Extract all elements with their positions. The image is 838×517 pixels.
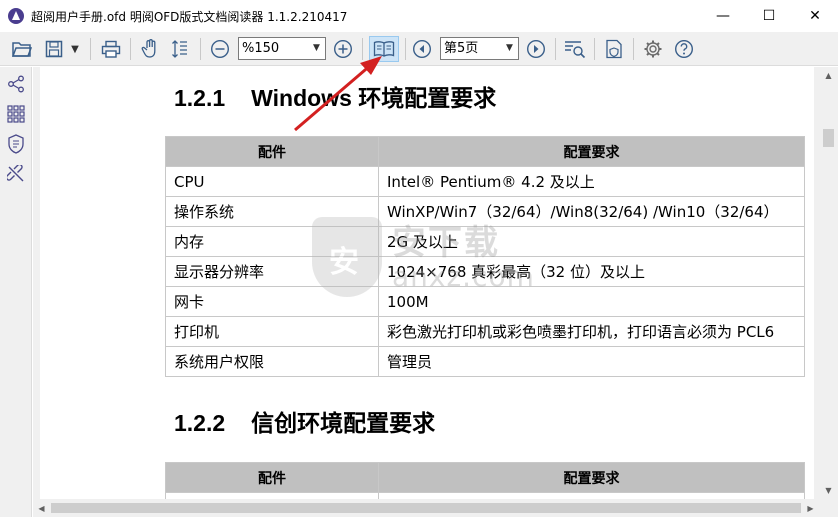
open-folder-icon[interactable] [9, 36, 35, 62]
table-header-cell: 配置要求 [378, 462, 805, 493]
zoom-select[interactable]: %150 ▼ [238, 37, 326, 60]
table-cell: CPU [165, 166, 379, 197]
section-title: 信创环境配置要求 [251, 410, 436, 436]
table-cell: 打印机 [165, 316, 379, 347]
requirements-table: 配件 配置要求 CPU Intel® Pentium® 4.2 及以上 操作系统… [165, 136, 805, 377]
save-icon[interactable] [41, 36, 67, 62]
toolbar-separator [130, 38, 131, 60]
table-row: 显示器分辨率 1024×768 真彩最高（32 位）及以上 [165, 256, 805, 287]
toolbar: ▼ %150 ▼ 第5页 ▼ [0, 32, 838, 66]
next-page-icon[interactable] [523, 36, 549, 62]
scroll-right-icon[interactable]: ▶ [802, 499, 819, 517]
share-icon[interactable] [5, 73, 27, 95]
title-bar: 超阅用户手册.ofd 明阅OFD版式文档阅读器 1.1.2.210417 — ☐… [0, 0, 838, 32]
table-row: CPU Intel® Pentium® 4.2 及以上 [165, 166, 805, 197]
section-heading: 1.2.2 信创环境配置要求 [174, 404, 435, 438]
save-dropdown-icon[interactable]: ▼ [66, 36, 84, 62]
table-row: 打印机 彩色激光打印机或彩色喷墨打印机，打印语言必须为 PCL6 [165, 316, 805, 347]
table-cell: 显示器分辨率 [165, 256, 379, 287]
scroll-left-icon[interactable]: ◀ [33, 499, 50, 517]
table-row: 系统用户权限 管理员 [165, 346, 805, 377]
app-logo-icon [8, 8, 24, 24]
horizontal-scrollbar[interactable]: ◀ ▶ [33, 499, 819, 517]
table-row: 操作系统 WinXP/Win7（32/64）/Win8(32/64) /Win1… [165, 196, 805, 227]
scroll-down-icon[interactable]: ▼ [819, 482, 838, 499]
table-header-row: 配件 配置要求 [165, 136, 805, 167]
left-sidebar [0, 67, 32, 517]
help-icon[interactable] [671, 36, 697, 62]
toolbar-separator [594, 38, 595, 60]
table-cell: WinXP/Win7（32/64）/Win8(32/64) /Win10（32/… [378, 196, 805, 227]
toolbar-separator [405, 38, 406, 60]
zoom-dropdown-icon[interactable]: ▼ [308, 38, 325, 59]
minimize-button[interactable]: — [700, 0, 746, 32]
search-list-icon[interactable] [562, 36, 588, 62]
window-title: 超阅用户手册.ofd 明阅OFD版式文档阅读器 1.1.2.210417 [31, 10, 348, 24]
hand-tool-icon[interactable] [137, 36, 163, 62]
toolbar-separator [555, 38, 556, 60]
zoom-in-icon[interactable] [330, 36, 356, 62]
requirements-table: 配件 配置要求 [165, 462, 805, 499]
table-cell: 网卡 [165, 286, 379, 317]
close-button[interactable]: ✕ [792, 0, 838, 32]
table-cell: 彩色激光打印机或彩色喷墨打印机，打印语言必须为 PCL6 [378, 316, 805, 347]
fit-height-icon[interactable] [167, 36, 193, 62]
table-cell: 系统用户权限 [165, 346, 379, 377]
document-page: 1.2.1 Windows 环境配置要求 配件 配置要求 CPU Intel® P… [40, 67, 814, 499]
unlink-icon[interactable] [5, 163, 27, 185]
section-title: Windows 环境配置要求 [251, 85, 497, 111]
toolbar-separator [633, 38, 634, 60]
zoom-out-icon[interactable] [207, 36, 233, 62]
page-select[interactable]: 第5页 ▼ [440, 37, 519, 60]
section-number: 1.2.1 [174, 85, 226, 111]
maximize-button[interactable]: ☐ [746, 0, 792, 32]
page-value: 第5页 [444, 41, 479, 56]
table-cell: 100M [378, 286, 805, 317]
table-cell: 内存 [165, 226, 379, 257]
toolbar-separator [362, 38, 363, 60]
toolbar-separator [90, 38, 91, 60]
table-row: 内存 2G 及以上 [165, 226, 805, 257]
table-header-row: 配件 配置要求 [165, 462, 805, 493]
table-row: 网卡 100M [165, 286, 805, 317]
table-cell: Intel® Pentium® 4.2 及以上 [378, 166, 805, 197]
table-header-cell: 配件 [165, 136, 379, 167]
verify-document-icon[interactable] [601, 36, 627, 62]
table-header-cell: 配件 [165, 462, 379, 493]
scroll-up-icon[interactable]: ▲ [819, 67, 838, 84]
table-cell: 操作系统 [165, 196, 379, 227]
vertical-scroll-thumb[interactable] [823, 129, 834, 147]
certificate-shield-icon[interactable] [5, 133, 27, 155]
print-icon[interactable] [98, 36, 124, 62]
table-cell: 2G 及以上 [378, 226, 805, 257]
table-cell: 1024×768 真彩最高（32 位）及以上 [378, 256, 805, 287]
thumbnails-grid-icon[interactable] [5, 103, 27, 125]
zoom-value: %150 [242, 41, 280, 56]
book-view-icon[interactable] [369, 36, 399, 62]
table-cell: 管理员 [378, 346, 805, 377]
table-header-cell: 配置要求 [378, 136, 805, 167]
previous-page-icon[interactable] [409, 36, 435, 62]
scrollbar-corner [819, 499, 838, 517]
horizontal-scroll-thumb[interactable] [51, 503, 801, 513]
toolbar-separator [200, 38, 201, 60]
vertical-scrollbar[interactable]: ▲ ▼ [819, 67, 838, 499]
page-dropdown-icon[interactable]: ▼ [501, 38, 518, 59]
settings-gear-icon[interactable] [640, 36, 666, 62]
document-viewport[interactable]: 1.2.1 Windows 环境配置要求 配件 配置要求 CPU Intel® P… [33, 67, 819, 499]
section-heading: 1.2.1 Windows 环境配置要求 [174, 79, 496, 113]
reader-window: 超阅用户手册.ofd 明阅OFD版式文档阅读器 1.1.2.210417 — ☐… [0, 0, 838, 517]
section-number: 1.2.2 [174, 410, 226, 436]
